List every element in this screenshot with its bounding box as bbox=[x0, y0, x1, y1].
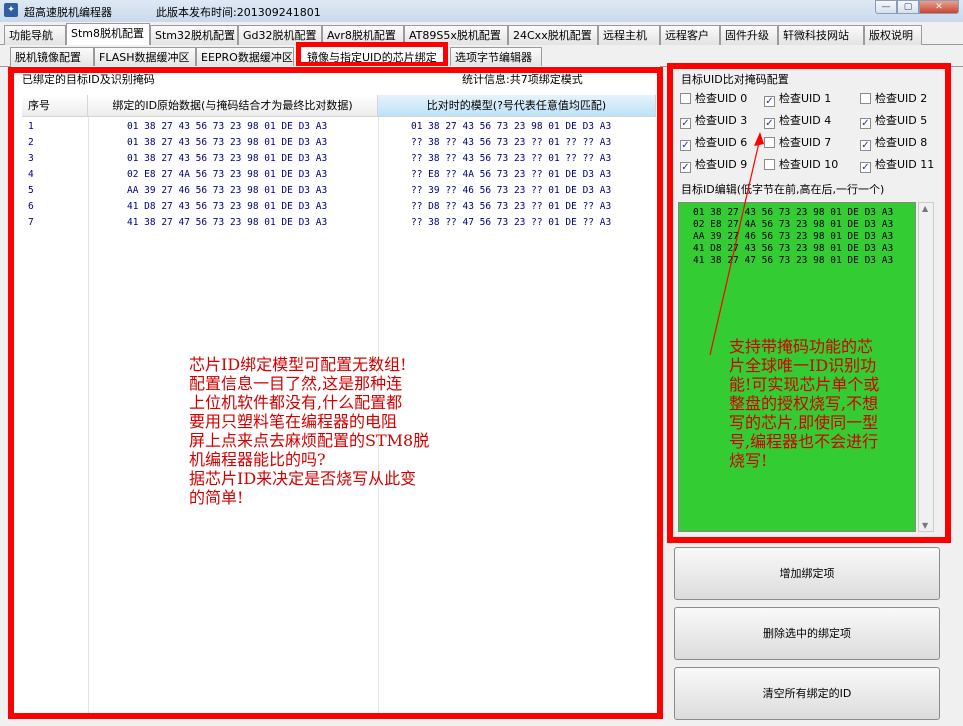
minimize-button[interactable]: — bbox=[875, 0, 897, 14]
title-bar bbox=[0, 0, 963, 22]
tab-firmware-upgrade[interactable]: 固件升级 bbox=[720, 25, 778, 45]
highlight-frame-table bbox=[8, 67, 663, 719]
tab-function-nav[interactable]: 功能导航 bbox=[4, 25, 66, 45]
tab-website[interactable]: 轩微科技网站 bbox=[778, 25, 864, 45]
clear-all-bindings-button[interactable]: 清空所有绑定的ID bbox=[674, 667, 940, 720]
release-time-label: 此版本发布时间:201309241801 bbox=[156, 6, 321, 19]
tab-flash-buffer[interactable]: FLASH数据缓冲区 bbox=[94, 47, 196, 67]
delete-selected-binding-button[interactable]: 删除选中的绑定项 bbox=[674, 607, 940, 660]
tab-option-bytes[interactable]: 选项字节编辑器 bbox=[450, 47, 542, 67]
tab-remote-host[interactable]: 远程主机 bbox=[598, 25, 660, 45]
close-button[interactable]: ✕ bbox=[919, 0, 959, 14]
tab-stm8-offline[interactable]: Stm8脱机配置 bbox=[66, 23, 150, 45]
maximize-button[interactable]: ▢ bbox=[897, 0, 919, 14]
tab-uid-binding[interactable]: 镜像与指定UID的芯片绑定 bbox=[296, 42, 448, 67]
window-title: 超高速脱机编程器 bbox=[24, 6, 112, 19]
tab-stm32-offline[interactable]: Stm32脱机配置 bbox=[150, 25, 238, 45]
tab-offline-image[interactable]: 脱机镜像配置 bbox=[10, 47, 94, 67]
add-binding-button[interactable]: 增加绑定项 bbox=[674, 547, 940, 600]
tab-remote-client[interactable]: 远程客户 bbox=[660, 25, 720, 45]
tab-24cxx-offline[interactable]: 24Cxx脱机配置 bbox=[508, 25, 598, 45]
highlight-frame-mask bbox=[667, 63, 951, 543]
tab-eeprom-buffer[interactable]: EEPRO数据缓冲区 bbox=[196, 47, 294, 67]
app-icon: ✦ bbox=[4, 3, 18, 17]
tab-copyright[interactable]: 版权说明 bbox=[864, 25, 922, 45]
